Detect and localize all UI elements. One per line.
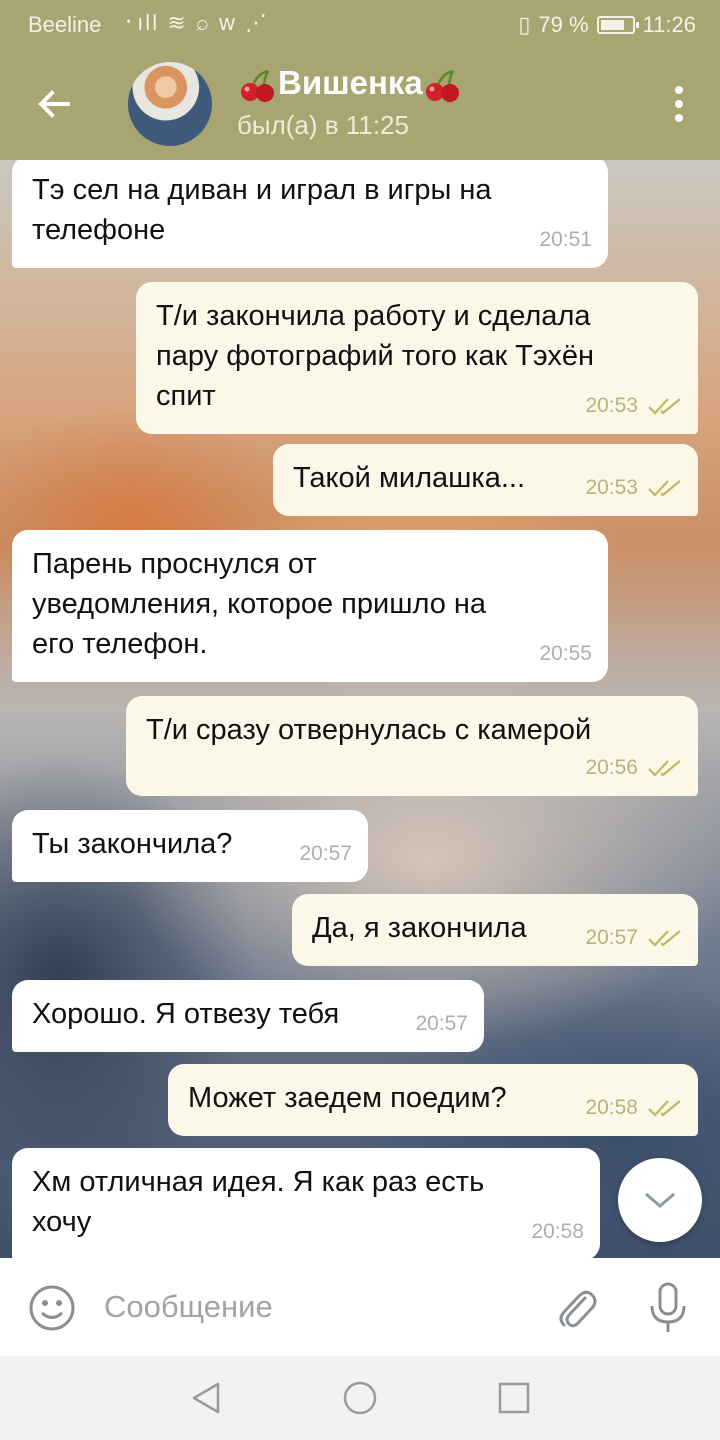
message-time: 20:56 xyxy=(585,756,638,779)
message-bubble-outgoing[interactable]: Да, я закончила 20:57 xyxy=(292,894,698,966)
emoji-icon[interactable] xyxy=(28,1284,76,1332)
paperclip-icon[interactable] xyxy=(552,1284,600,1332)
status-right: ▯ 79 % 11:26 xyxy=(518,12,696,38)
read-ticks-icon xyxy=(648,760,681,777)
message-time: 20:55 xyxy=(539,642,592,665)
message-time: 20:57 xyxy=(299,842,352,865)
contact-name-row[interactable]: Вишенка xyxy=(238,64,463,103)
nav-back-icon[interactable] xyxy=(188,1380,224,1416)
clock: 11:26 xyxy=(642,12,696,37)
message-time: 20:58 xyxy=(585,1096,638,1119)
battery-percent: 79 % xyxy=(538,12,589,37)
microphone-icon[interactable] xyxy=(646,1282,690,1334)
nav-recents-icon[interactable] xyxy=(496,1380,532,1416)
message-text: Хорошо. Я отвезу тебя xyxy=(32,998,340,1030)
message-text: Парень проснулся от уведомления, которое… xyxy=(32,548,487,660)
read-ticks-icon xyxy=(648,930,681,947)
message-time: 20:57 xyxy=(585,926,638,949)
read-ticks-icon xyxy=(648,398,681,415)
battery-icon xyxy=(596,16,639,34)
carrier-name: Beeline xyxy=(28,12,102,37)
message-text: Т/и сразу отвернулась с камерой xyxy=(146,714,592,746)
chat-messages[interactable]: Тэ сел на диван и играл в игры на телефо… xyxy=(0,160,720,1258)
message-bubble-incoming[interactable]: Ты закончила? 20:57 xyxy=(12,810,368,882)
message-bubble-incoming[interactable]: Тэ сел на диван и играл в игры на телефо… xyxy=(12,160,608,268)
message-time: 20:51 xyxy=(539,228,592,251)
message-bubble-incoming[interactable]: Хм отличная идея. Я как раз есть хочу 20… xyxy=(12,1148,600,1258)
read-ticks-icon xyxy=(648,1100,681,1117)
message-bubble-outgoing[interactable]: Т/и закончила работу и сделала пару фото… xyxy=(136,282,698,434)
message-time: 20:53 xyxy=(585,394,638,417)
cherry-icon xyxy=(241,70,274,103)
read-ticks-icon xyxy=(648,480,681,497)
chat-header: Вишенка был(а) в 11:25 xyxy=(0,48,720,160)
battery-fill xyxy=(600,20,625,30)
message-time: 20:57 xyxy=(415,1012,468,1035)
last-seen-status: был(а) в 11:25 xyxy=(237,110,409,140)
signal-wifi-icons: ᛫ıll ≋ ⌕ w ⋰ xyxy=(122,10,270,35)
message-bubble-outgoing[interactable]: Т/и сразу отвернулась с камерой 20:56 xyxy=(126,696,698,796)
contact-name: Вишенка xyxy=(278,64,423,101)
message-composer xyxy=(0,1258,720,1356)
nav-home-icon[interactable] xyxy=(342,1380,378,1416)
contact-avatar[interactable] xyxy=(128,62,212,146)
more-vertical-icon[interactable] xyxy=(674,86,684,122)
chevron-down-icon xyxy=(645,1192,675,1208)
message-time: 20:53 xyxy=(585,476,638,499)
message-bubble-incoming[interactable]: Хорошо. Я отвезу тебя 20:57 xyxy=(12,980,484,1052)
message-input[interactable] xyxy=(104,1280,524,1334)
message-bubble-incoming[interactable]: Парень проснулся от уведомления, которое… xyxy=(12,530,608,682)
back-arrow-icon[interactable] xyxy=(34,84,74,124)
message-text: Хм отличная идея. Я как раз есть хочу xyxy=(32,1166,485,1238)
cherry-icon xyxy=(425,70,459,103)
message-text: Тэ сел на диван и играл в игры на телефо… xyxy=(32,174,492,246)
message-bubble-outgoing[interactable]: Такой милашка... 20:53 xyxy=(273,444,698,516)
scroll-down-button[interactable] xyxy=(618,1158,702,1242)
message-time: 20:58 xyxy=(531,1220,584,1243)
message-bubble-outgoing[interactable]: Может заедем поедим? 20:58 xyxy=(168,1064,698,1136)
system-navigation-bar xyxy=(0,1356,720,1440)
vibrate-icon: ▯ xyxy=(518,12,531,37)
status-bar: Beeline ᛫ıll ≋ ⌕ w ⋰ ▯ 79 % 11:26 xyxy=(0,0,720,48)
